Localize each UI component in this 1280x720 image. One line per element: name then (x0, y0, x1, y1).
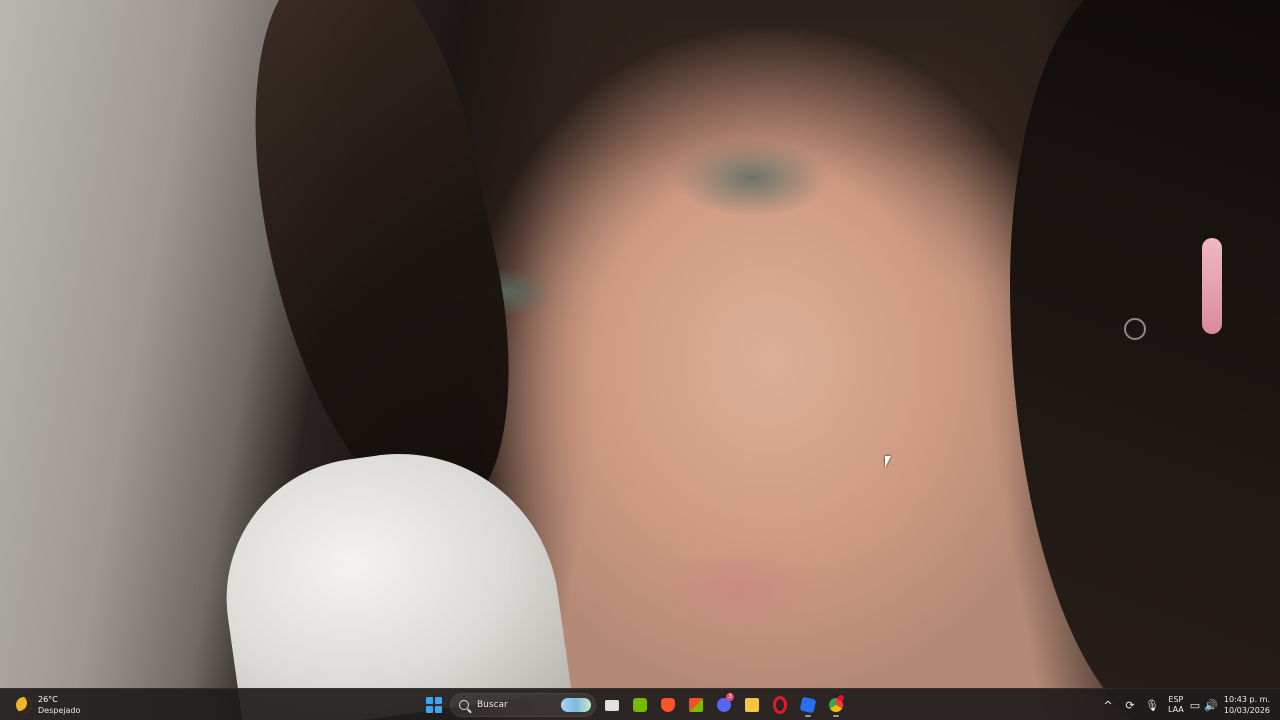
microphone-icon: 🎙 (1144, 698, 1159, 712)
file-explorer-app-button[interactable] (740, 692, 764, 718)
mouse-cursor-icon (885, 456, 891, 468)
folder-icon (745, 698, 759, 712)
search-icon (459, 700, 469, 710)
store-app-button[interactable] (684, 692, 708, 718)
volume-icon: 🔊 (1204, 698, 1218, 712)
chrome-app-button[interactable] (824, 692, 848, 718)
sync-tray-button[interactable]: ⟳ (1120, 692, 1140, 718)
system-tray: ^ ⟳ 🎙 ESP LAA ▭ 🔊 10:43 p. m. 10/03/2026 (1098, 692, 1274, 718)
desktop[interactable]: 26°C Despejado Buscar 3 ^ ⟳ 🎙 ESP LAA ▭ … (0, 0, 1280, 720)
clock-time: 10:43 p. m. (1223, 695, 1270, 704)
discord-app-button[interactable]: 3 (712, 692, 736, 718)
language-code: ESP (1168, 695, 1184, 704)
task-view-button[interactable] (600, 692, 624, 718)
clock: 10:43 p. m. 10/03/2026 (1220, 694, 1274, 716)
network-icon: ▭ (1189, 698, 1201, 712)
opera-icon (773, 696, 787, 714)
weather-widget[interactable]: 26°C Despejado (10, 692, 86, 718)
keyboard-layout: LAA (1167, 705, 1184, 714)
store-icon (689, 698, 703, 712)
chrome-notification-dot (838, 695, 844, 701)
weather-text: 26°C Despejado (38, 694, 80, 716)
roblox-icon (799, 696, 817, 714)
language-indicator: ESP LAA (1164, 695, 1188, 715)
running-indicator (805, 715, 811, 717)
taskbar: 26°C Despejado Buscar 3 ^ ⟳ 🎙 ESP LAA ▭ … (0, 688, 1280, 720)
discord-notification-badge: 3 (726, 693, 734, 701)
wallpaper-ear-accessory (1202, 238, 1222, 334)
search-label: Buscar (477, 700, 508, 710)
taskbar-center: Buscar 3 (422, 692, 848, 718)
nvidia-app-button[interactable] (628, 692, 652, 718)
brave-app-button[interactable] (656, 692, 680, 718)
weather-condition: Despejado (38, 706, 81, 715)
brave-icon (661, 698, 675, 712)
language-switcher[interactable]: ESP LAA (1164, 692, 1188, 718)
clock-date: 10/03/2026 (1223, 706, 1270, 715)
roblox-app-button[interactable] (796, 692, 820, 718)
windows-logo-icon (426, 697, 442, 713)
clock-button[interactable]: 10:43 p. m. 10/03/2026 (1220, 692, 1274, 718)
start-button[interactable] (422, 692, 446, 718)
taskview-icon (605, 699, 619, 711)
search-highlight-icon (561, 698, 591, 712)
wallpaper-earring (1124, 318, 1146, 340)
moon-icon (16, 697, 32, 713)
opera-app-button[interactable] (768, 692, 792, 718)
running-indicator (833, 715, 839, 717)
weather-temperature: 26°C (38, 695, 58, 704)
microphone-tray-button[interactable]: 🎙 (1142, 692, 1162, 718)
sync-icon: ⟳ (1125, 698, 1135, 712)
chevron-up-icon: ^ (1103, 698, 1113, 712)
search-box[interactable]: Buscar (450, 693, 596, 717)
network-volume-button[interactable]: ▭ 🔊 (1190, 692, 1218, 718)
show-hidden-icons-button[interactable]: ^ (1098, 692, 1118, 718)
nvidia-icon (633, 698, 647, 712)
